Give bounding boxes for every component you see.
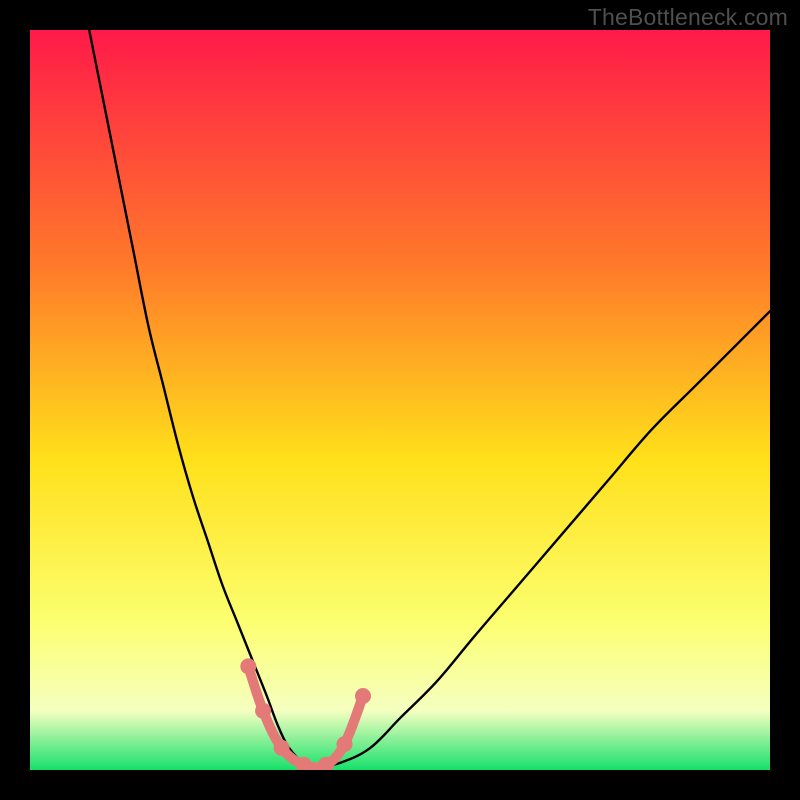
series-highlighted-minimum-point [255,703,271,719]
series-highlighted-minimum-point [337,736,353,752]
bottleneck-chart [0,0,800,800]
series-highlighted-minimum-point [240,658,256,674]
series-highlighted-minimum-point [355,688,371,704]
plot-background [30,30,770,770]
series-highlighted-minimum-point [274,740,290,756]
chart-frame: TheBottleneck.com [0,0,800,800]
watermark-text: TheBottleneck.com [588,4,788,31]
